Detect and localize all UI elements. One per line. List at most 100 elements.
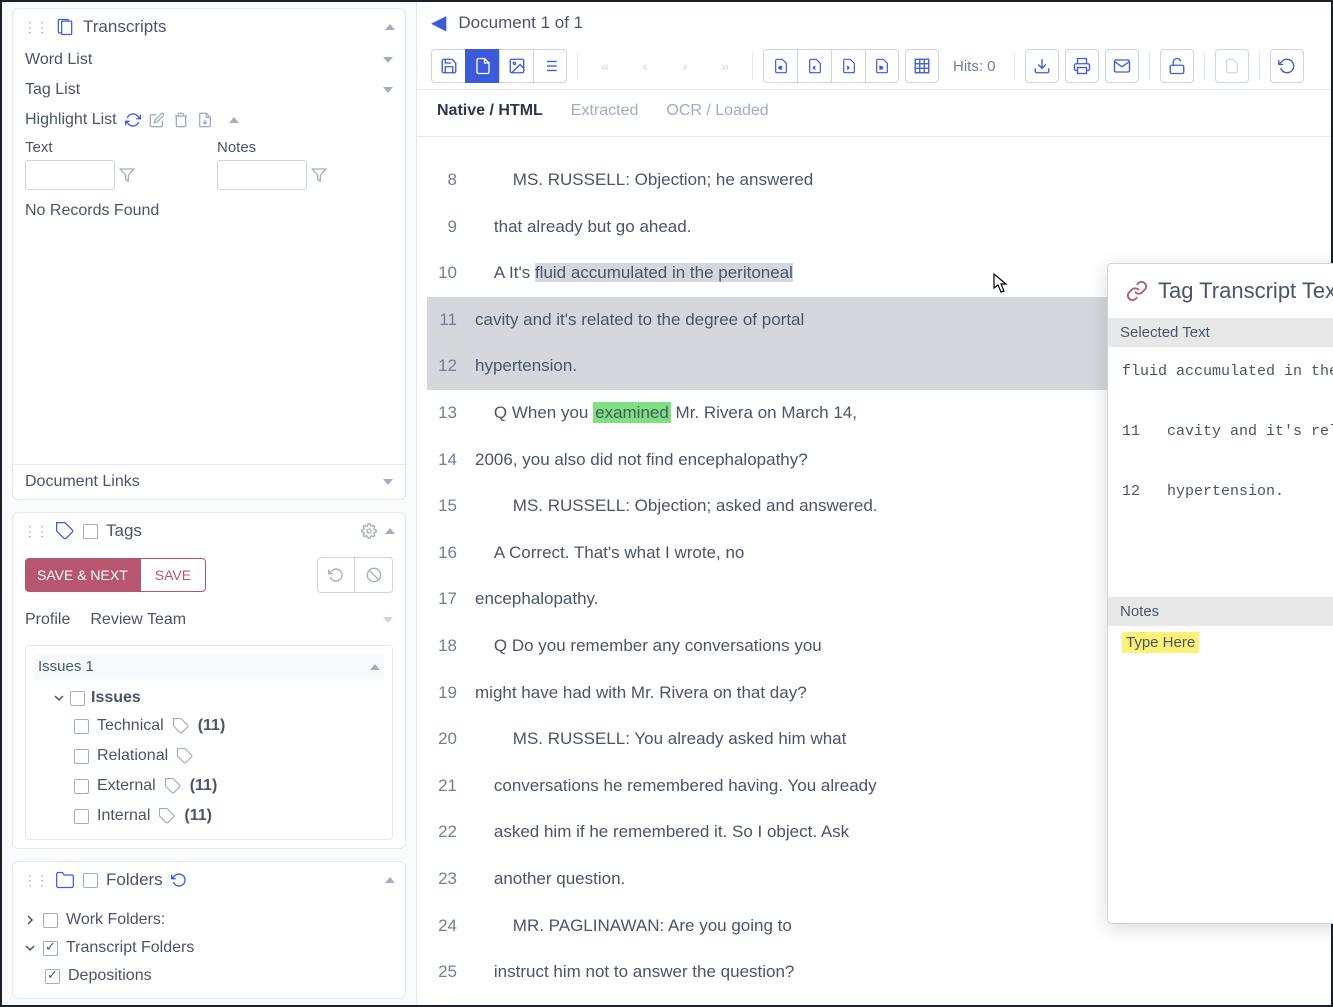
filter-notes-input[interactable] <box>217 160 307 190</box>
download-button[interactable] <box>1025 49 1059 83</box>
collapse-icon[interactable] <box>229 117 239 123</box>
undo-icon[interactable] <box>171 872 187 888</box>
email-button[interactable] <box>1105 49 1139 83</box>
tag-icon <box>164 777 182 795</box>
line-number: 13 <box>427 398 457 429</box>
work-folders-row[interactable]: Work Folders: <box>25 906 393 934</box>
document-view-button[interactable] <box>465 49 499 83</box>
filter-icon[interactable] <box>311 167 327 183</box>
tags-title: Tags <box>106 521 142 541</box>
line-number: 15 <box>427 491 457 522</box>
lock-button[interactable] <box>1160 49 1194 83</box>
tag-icon <box>158 807 176 825</box>
prev-button[interactable]: ‹ <box>628 49 662 83</box>
line-content: instruct him not to answer the question? <box>475 957 1311 988</box>
next-button[interactable]: › <box>668 49 702 83</box>
line-content: that already but go ahead. <box>475 212 1311 243</box>
issue-label: Internal <box>97 807 150 825</box>
transcript-line[interactable]: 8 MS. RUSSELL: Objection; he answered <box>427 157 1311 204</box>
svg-text:‹: ‹ <box>813 64 815 71</box>
cancel-circle-button[interactable] <box>355 557 393 593</box>
line-number: 11 <box>427 305 457 336</box>
issues-root-checkbox[interactable] <box>70 691 85 706</box>
modal-title: Tag Transcript Text <box>1158 278 1333 304</box>
export-icon[interactable] <box>197 112 213 128</box>
doc-first-button[interactable]: « <box>763 49 797 83</box>
doc-next-button[interactable]: › <box>831 49 865 83</box>
edit-icon[interactable] <box>149 112 165 128</box>
collapse-icon[interactable] <box>385 877 395 883</box>
tab-native[interactable]: Native / HTML <box>437 102 543 124</box>
svg-text:«: « <box>778 64 782 71</box>
chevron-right-icon[interactable] <box>25 915 35 925</box>
issue-item-internal[interactable]: Internal (11) <box>74 801 384 831</box>
line-content: MS. RUSSELL: Objection; he answered <box>475 165 1311 196</box>
collapse-icon[interactable] <box>385 24 395 30</box>
checkbox[interactable] <box>45 969 60 984</box>
transcripts-panel-header: ⋮⋮ Transcripts <box>13 9 405 45</box>
save-button[interactable]: SAVE <box>140 558 206 592</box>
checkbox[interactable] <box>74 719 89 734</box>
chevron-down-icon[interactable] <box>54 693 64 703</box>
undo-button[interactable] <box>317 557 355 593</box>
first-button[interactable]: « <box>588 49 622 83</box>
issue-item-technical[interactable]: Technical (11) <box>74 711 384 741</box>
list-view-button[interactable] <box>533 49 567 83</box>
collapse-icon[interactable] <box>370 664 380 670</box>
filter-icon[interactable] <box>119 167 135 183</box>
tab-ocr[interactable]: OCR / Loaded <box>666 102 768 124</box>
issue-item-relational[interactable]: Relational <box>74 741 384 771</box>
line-number: 19 <box>427 678 457 709</box>
document-links-row[interactable]: Document Links <box>13 464 405 499</box>
no-records-text: No Records Found <box>13 194 405 228</box>
save-icon-button[interactable] <box>431 49 465 83</box>
profile-value[interactable]: Review Team <box>90 611 363 629</box>
delete-icon[interactable] <box>173 112 189 128</box>
filter-text-input[interactable] <box>25 160 115 190</box>
svg-text:›: › <box>847 64 849 71</box>
word-list-row[interactable]: Word List <box>13 45 405 75</box>
blank-doc-button[interactable] <box>1215 49 1249 83</box>
image-view-button[interactable] <box>499 49 533 83</box>
issues-header[interactable]: Issues 1 <box>34 654 384 679</box>
refresh-icon[interactable] <box>125 112 141 128</box>
grid-button[interactable] <box>905 49 939 83</box>
chevron-down-icon[interactable] <box>383 617 393 623</box>
tag-icon <box>55 521 75 541</box>
save-next-button[interactable]: SAVE & NEXT <box>25 558 140 592</box>
checkbox[interactable] <box>43 941 58 956</box>
chevron-down-icon[interactable] <box>25 943 35 953</box>
history-button[interactable] <box>1270 49 1304 83</box>
document-position: Document 1 of 1 <box>458 13 583 33</box>
checkbox[interactable] <box>43 913 58 928</box>
transcript-folders-row[interactable]: Transcript Folders <box>25 934 393 962</box>
tag-transcript-modal: Tag Transcript Text ✕ Selected Text flui… <box>1107 263 1333 924</box>
chevron-down-icon <box>383 57 393 63</box>
drag-handle-icon[interactable]: ⋮⋮ <box>23 19 47 36</box>
doc-last-button[interactable]: » <box>865 49 899 83</box>
tag-list-row[interactable]: Tag List <box>13 75 405 105</box>
collapse-icon[interactable] <box>385 528 395 534</box>
folders-checkbox[interactable] <box>83 873 98 888</box>
doc-prev-button[interactable]: ‹ <box>797 49 831 83</box>
depositions-row[interactable]: Depositions <box>45 962 393 990</box>
drag-handle-icon[interactable]: ⋮⋮ <box>23 523 47 540</box>
tab-extracted[interactable]: Extracted <box>571 102 639 124</box>
depositions-label: Depositions <box>68 967 152 985</box>
transcript-line[interactable]: 25 instruct him not to answer the questi… <box>427 949 1311 996</box>
print-button[interactable] <box>1065 49 1099 83</box>
transcript-folders-label: Transcript Folders <box>66 939 194 957</box>
checkbox[interactable] <box>74 779 89 794</box>
gear-icon[interactable] <box>361 523 377 539</box>
notes-input[interactable]: Type Here <box>1108 626 1333 856</box>
last-button[interactable]: » <box>708 49 742 83</box>
issues-root-node[interactable]: Issues <box>54 685 384 711</box>
line-number: 21 <box>427 771 457 802</box>
back-arrow-icon[interactable]: ◀ <box>431 10 446 35</box>
issue-item-external[interactable]: External (11) <box>74 771 384 801</box>
drag-handle-icon[interactable]: ⋮⋮ <box>23 872 47 889</box>
checkbox[interactable] <box>74 749 89 764</box>
transcript-line[interactable]: 9 that already but go ahead. <box>427 204 1311 251</box>
tags-checkbox[interactable] <box>83 524 98 539</box>
checkbox[interactable] <box>74 809 89 824</box>
